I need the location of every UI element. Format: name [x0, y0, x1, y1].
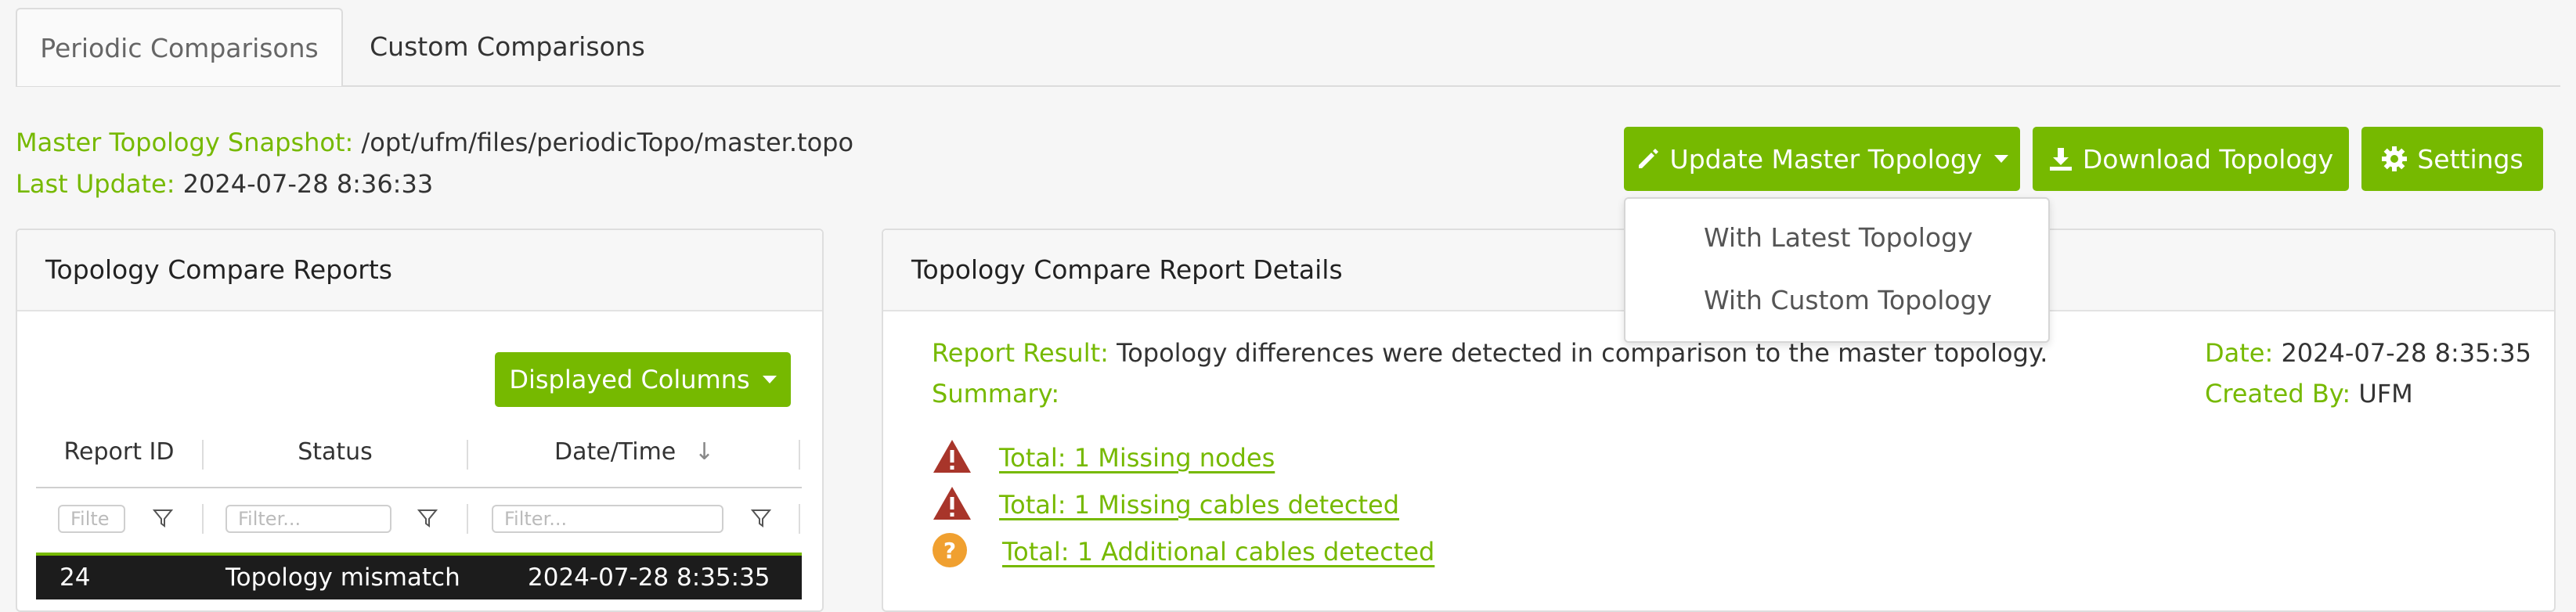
- column-header-report-id[interactable]: Report ID: [36, 438, 202, 466]
- column-header-datetime[interactable]: Date/Time ↓: [470, 438, 799, 466]
- column-separator[interactable]: [202, 440, 204, 470]
- menu-item-latest-topology[interactable]: With Latest Topology: [1704, 222, 1973, 253]
- displayed-columns-label: Displayed Columns: [509, 365, 750, 394]
- reports-panel-title: Topology Compare Reports: [45, 254, 392, 285]
- additional-cables-link[interactable]: Total: 1 Additional cables detected: [1002, 537, 1434, 567]
- created-by-value: UFM: [2358, 379, 2413, 409]
- column-separator: [467, 504, 468, 534]
- download-topology-button[interactable]: Download Topology: [2033, 127, 2349, 191]
- last-update-value: 2024-07-28 8:36:33: [182, 169, 434, 199]
- menu-item-custom-topology[interactable]: With Custom Topology: [1704, 285, 1992, 315]
- update-master-topology-button[interactable]: Update Master Topology: [1624, 127, 2020, 191]
- tab-periodic-comparisons[interactable]: Periodic Comparisons: [16, 8, 343, 86]
- filter-icon[interactable]: [417, 507, 438, 532]
- row-report-id: 24: [60, 563, 91, 592]
- tab-custom-comparisons[interactable]: Custom Comparisons: [343, 8, 672, 86]
- report-result-label: Report Result:: [932, 338, 1109, 368]
- master-snapshot-label: Master Topology Snapshot:: [16, 128, 354, 157]
- master-snapshot-path: /opt/ufm/files/periodicTopo/master.topo: [361, 128, 854, 157]
- filter-icon[interactable]: [152, 507, 174, 532]
- column-header-status[interactable]: Status: [205, 438, 465, 466]
- row-status: Topology mismatch: [225, 563, 460, 592]
- date-value: 2024-07-28 8:35:35: [2281, 338, 2531, 368]
- svg-text:?: ?: [943, 538, 956, 563]
- datetime-filter-input[interactable]: Filter...: [492, 505, 723, 533]
- gear-icon: [2381, 146, 2408, 172]
- column-header-datetime-label: Date/Time: [554, 438, 676, 466]
- column-separator[interactable]: [467, 440, 468, 470]
- settings-label: Settings: [2417, 143, 2524, 175]
- column-separator: [799, 504, 800, 534]
- filter-icon[interactable]: [750, 507, 772, 532]
- update-master-topology-menu: With Latest Topology With Custom Topolog…: [1624, 197, 2050, 343]
- chevron-down-icon: [762, 376, 777, 383]
- column-separator: [202, 504, 204, 534]
- chevron-down-icon: [1994, 155, 2009, 163]
- download-topology-label: Download Topology: [2082, 143, 2334, 175]
- details-panel-title: Topology Compare Report Details: [911, 254, 1343, 285]
- missing-nodes-link[interactable]: Total: 1 Missing nodes: [999, 443, 1275, 473]
- download-icon: [2048, 146, 2073, 171]
- sort-down-icon: ↓: [694, 438, 714, 466]
- header-divider: [36, 487, 802, 488]
- date-label: Date:: [2205, 338, 2274, 368]
- table-row[interactable]: 24 Topology mismatch 2024-07-28 8:35:35: [36, 553, 802, 599]
- last-update-line: Last Update: 2024-07-28 8:36:33: [16, 169, 433, 199]
- missing-cables-link[interactable]: Total: 1 Missing cables detected: [999, 490, 1399, 520]
- last-update-label: Last Update:: [16, 169, 175, 199]
- update-master-topology-label: Update Master Topology: [1669, 143, 1983, 175]
- question-icon: ?: [932, 532, 968, 571]
- settings-button[interactable]: Settings: [2361, 127, 2543, 191]
- warning-icon: [932, 438, 972, 477]
- column-separator[interactable]: [799, 440, 800, 470]
- date-line: Date: 2024-07-28 8:35:35: [2205, 338, 2531, 368]
- status-filter-input[interactable]: Filter...: [225, 505, 391, 533]
- reports-panel-header: Topology Compare Reports: [17, 230, 822, 311]
- created-by-line: Created By: UFM: [2205, 379, 2413, 409]
- warning-icon: [932, 485, 972, 524]
- pencil-icon: [1636, 146, 1661, 171]
- summary-label: Summary:: [932, 379, 1060, 409]
- row-datetime: 2024-07-28 8:35:35: [528, 563, 770, 592]
- report-id-filter-input[interactable]: Filte: [58, 505, 125, 533]
- displayed-columns-button[interactable]: Displayed Columns: [495, 352, 791, 407]
- master-snapshot-line: Master Topology Snapshot: /opt/ufm/files…: [16, 128, 853, 157]
- created-by-label: Created By:: [2205, 379, 2351, 409]
